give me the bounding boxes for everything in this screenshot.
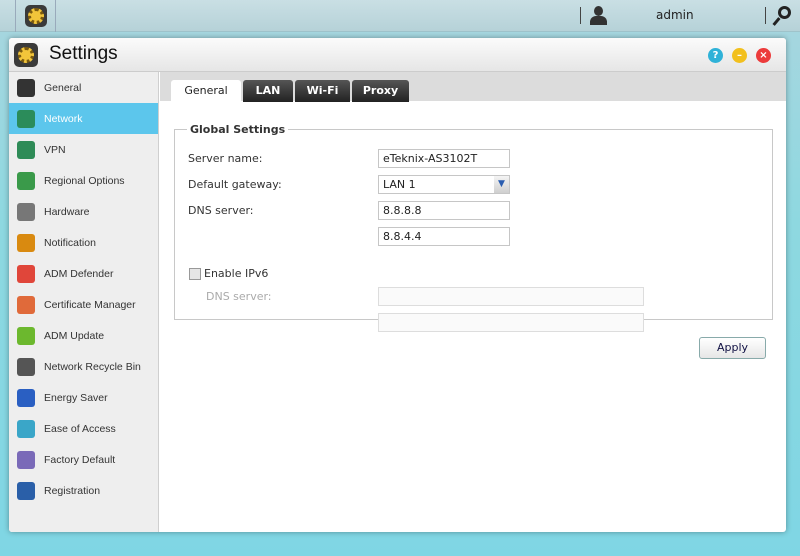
enable-ipv6-checkbox[interactable] xyxy=(189,268,201,280)
adm-update-icon xyxy=(17,326,35,345)
sidebar-item-regional-options[interactable]: Regional Options xyxy=(9,165,158,196)
sidebar-item-label: ADM Defender xyxy=(44,267,114,280)
enable-ipv6-label[interactable]: Enable IPv6 xyxy=(204,267,268,280)
sidebar-item-vpn[interactable]: VPN xyxy=(9,134,158,165)
help-icon[interactable]: ? xyxy=(708,48,723,63)
tab-bar: General LAN Wi-Fi Proxy xyxy=(160,72,786,103)
sidebar-item-label: General xyxy=(44,81,82,94)
sidebar-item-energy-saver[interactable]: Energy Saver xyxy=(9,382,158,413)
username[interactable]: admin xyxy=(656,8,694,22)
ipv6-dns1-input[interactable] xyxy=(378,287,644,306)
sidebar-item-general[interactable]: General xyxy=(9,72,158,103)
sidebar-item-factory-default[interactable]: Factory Default xyxy=(9,444,158,475)
sidebar-item-label: Ease of Access xyxy=(44,422,116,435)
divider xyxy=(765,7,766,24)
divider xyxy=(580,7,581,24)
gateway-label: Default gateway: xyxy=(188,178,282,191)
certificate-manager-icon xyxy=(17,295,35,314)
energy-saver-icon xyxy=(17,388,35,407)
window-title: Settings xyxy=(49,43,118,64)
sidebar-item-hardware[interactable]: Hardware xyxy=(9,196,158,227)
sidebar-item-certificate-manager[interactable]: Certificate Manager xyxy=(9,289,158,320)
sidebar-item-label: Network xyxy=(44,112,83,125)
tab-wifi[interactable]: Wi-Fi xyxy=(295,80,350,102)
server-name-input[interactable]: eTeknix-AS3102T xyxy=(378,149,510,168)
group-title: Global Settings xyxy=(190,123,286,136)
vpn-icon xyxy=(17,140,35,159)
ipv6-dns2-input[interactable] xyxy=(378,313,644,332)
sidebar-item-adm-update[interactable]: ADM Update xyxy=(9,320,158,351)
apply-button[interactable]: Apply xyxy=(699,337,766,359)
network-recycle-bin-icon xyxy=(17,357,35,376)
settings-icon xyxy=(24,5,47,27)
sidebar-item-label: ADM Update xyxy=(44,329,105,342)
chevron-down-icon[interactable]: ▼ xyxy=(494,176,509,193)
sidebar-item-label: Hardware xyxy=(44,205,90,218)
search-icon[interactable] xyxy=(772,6,791,26)
general-icon xyxy=(17,78,35,97)
sidebar-item-network[interactable]: Network xyxy=(9,103,158,134)
server-name-label: Server name: xyxy=(188,152,263,165)
content: General LAN Wi-Fi Proxy Global Settings … xyxy=(160,72,786,532)
close-icon[interactable]: × xyxy=(756,48,771,63)
global-settings-group: Global Settings Server name: eTeknix-AS3… xyxy=(174,123,773,332)
sidebar-item-label: Network Recycle Bin xyxy=(44,360,141,373)
dns2-input[interactable]: 8.8.4.4 xyxy=(378,227,510,246)
sidebar-item-ease-of-access[interactable]: Ease of Access xyxy=(9,413,158,444)
gateway-select[interactable]: LAN 1 ▼ xyxy=(378,175,510,194)
registration-icon xyxy=(17,481,35,500)
tab-lan[interactable]: LAN xyxy=(243,80,293,102)
factory-default-icon xyxy=(17,450,35,469)
ipv6-dns-label: DNS server: xyxy=(206,290,272,303)
regional-options-icon xyxy=(17,171,35,190)
settings-app-button[interactable] xyxy=(15,0,56,32)
gateway-value: LAN 1 xyxy=(383,178,416,191)
title-bar[interactable]: Settings ? – × xyxy=(9,38,786,72)
dns1-input[interactable]: 8.8.8.8 xyxy=(378,201,510,220)
dns-label: DNS server: xyxy=(188,204,254,217)
hardware-icon xyxy=(17,202,35,221)
sidebar-item-label: Certificate Manager xyxy=(44,298,136,311)
ease-of-access-icon xyxy=(17,419,35,438)
sidebar-item-label: Regional Options xyxy=(44,174,125,187)
notification-icon xyxy=(17,233,35,252)
network-icon xyxy=(17,109,35,128)
sidebar-item-notification[interactable]: Notification xyxy=(9,227,158,258)
sidebar-item-registration[interactable]: Registration xyxy=(9,475,158,506)
sidebar-item-network-recycle-bin[interactable]: Network Recycle Bin xyxy=(9,351,158,382)
settings-icon xyxy=(14,43,38,67)
user-icon[interactable] xyxy=(589,6,607,25)
minimize-icon[interactable]: – xyxy=(732,48,747,63)
sidebar-item-label: Energy Saver xyxy=(44,391,108,404)
sidebar-item-adm-defender[interactable]: ADM Defender xyxy=(9,258,158,289)
sidebar-item-label: Notification xyxy=(44,236,96,249)
sidebar: General Network VPN Regional Options Hardwar… xyxy=(9,72,159,532)
tab-general[interactable]: General xyxy=(171,80,241,103)
sidebar-item-label: Registration xyxy=(44,484,101,497)
adm-defender-icon xyxy=(17,264,35,283)
sidebar-item-label: Factory Default xyxy=(44,453,116,466)
settings-window: Settings ? – × General Network VPN Regional… xyxy=(9,38,786,532)
taskbar: admin xyxy=(0,0,800,32)
sidebar-item-label: VPN xyxy=(44,143,66,156)
tab-proxy[interactable]: Proxy xyxy=(352,80,409,102)
